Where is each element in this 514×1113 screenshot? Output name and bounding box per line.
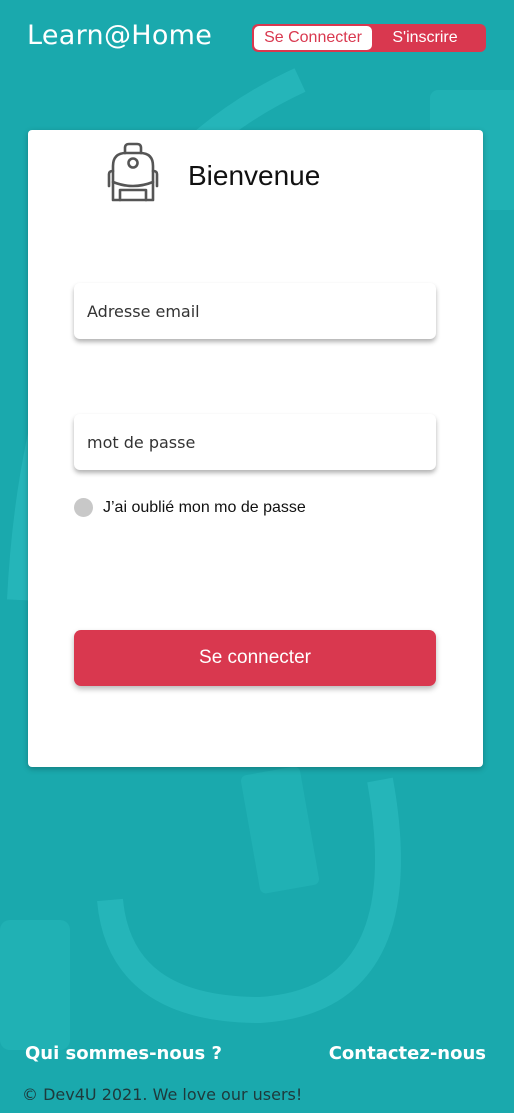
password-field[interactable]	[74, 414, 436, 470]
welcome-title: Bienvenue	[188, 160, 321, 191]
app-logo[interactable]: Learn@Home	[27, 20, 212, 51]
copyright-text: © Dev4U 2021. We love our users!	[22, 1085, 303, 1104]
top-bar: Learn@Home Se Connecter S'inscrire	[0, 0, 514, 80]
signup-tab[interactable]: S'inscrire	[374, 24, 486, 52]
forgot-password-label: J’ai oublié mon mo de passe	[103, 498, 306, 516]
auth-toggle: Se Connecter S'inscrire	[252, 24, 486, 52]
forgot-password-option[interactable]: J’ai oublié mon mo de passe	[74, 498, 306, 517]
login-card: Bienvenue J’ai oublié mon mo de passe Se…	[28, 130, 483, 767]
contact-link[interactable]: Contactez-nous	[329, 1043, 486, 1064]
forgot-password-radio[interactable]	[74, 498, 93, 517]
login-tab[interactable]: Se Connecter	[254, 26, 372, 50]
backpack-icon	[107, 142, 159, 202]
email-field[interactable]	[74, 283, 436, 339]
login-button[interactable]: Se connecter	[74, 630, 436, 686]
about-us-link[interactable]: Qui sommes-nous ?	[25, 1043, 222, 1064]
